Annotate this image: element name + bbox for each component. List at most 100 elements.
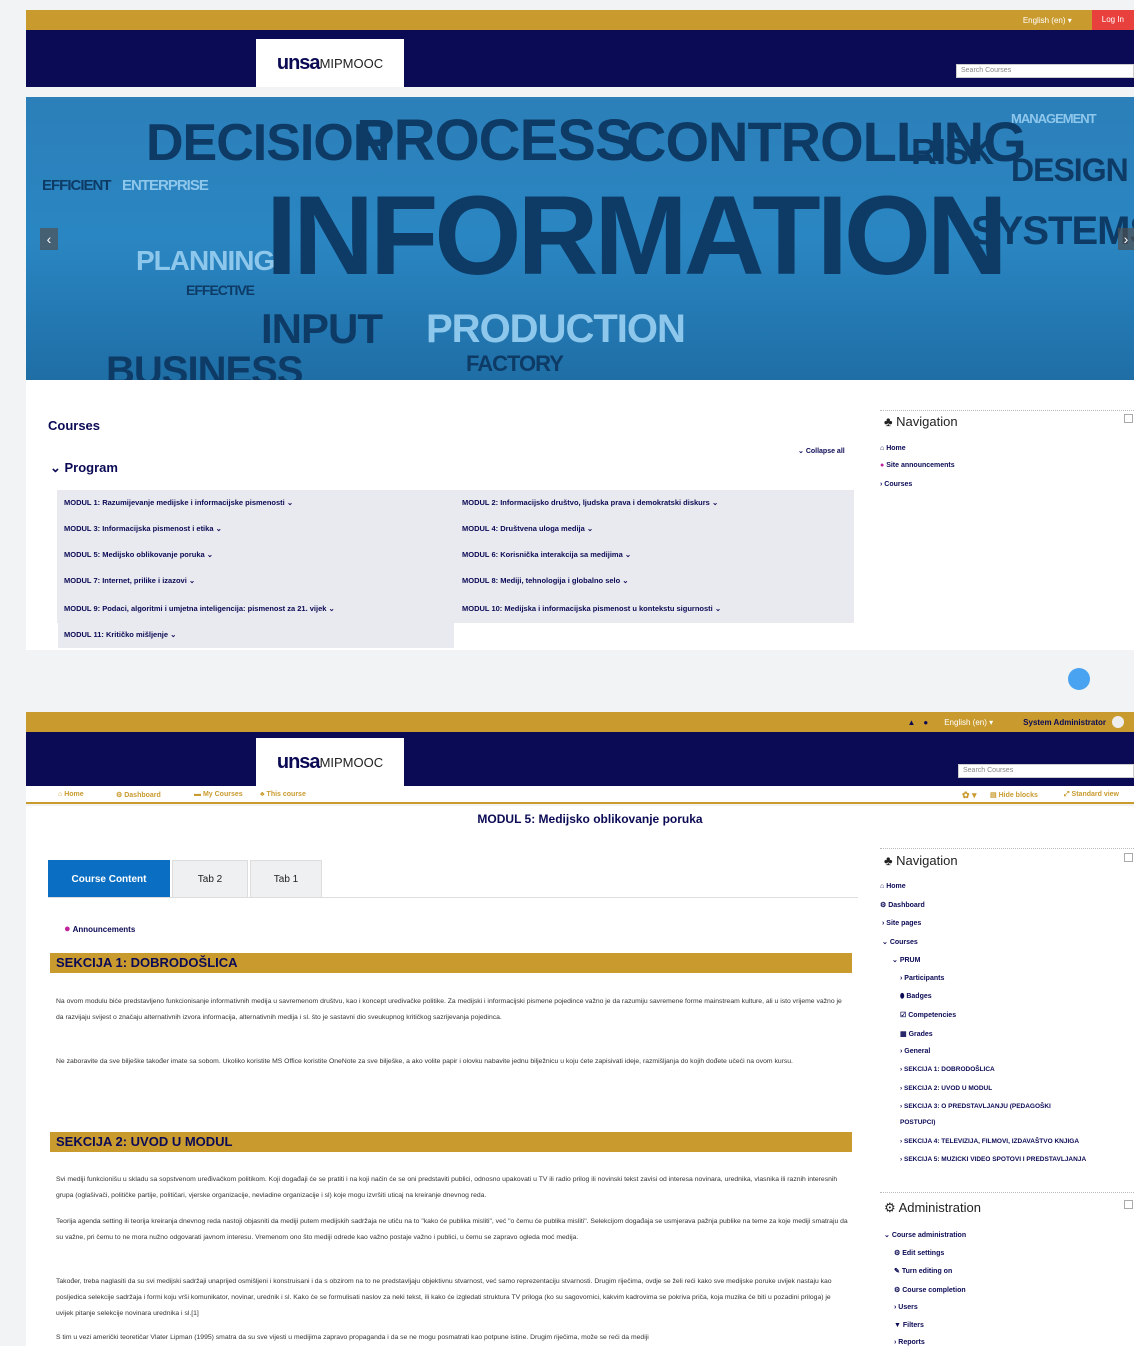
program-category[interactable]: ⌄ Program bbox=[50, 460, 118, 476]
nav-badges[interactable]: ⬮ Badges bbox=[900, 993, 932, 1001]
nav-course-prum[interactable]: ⌄ PRUM bbox=[892, 956, 920, 964]
forum-icon: ● bbox=[880, 462, 885, 469]
nav-section-3-cont[interactable]: POSTUPCI) bbox=[900, 1119, 935, 1126]
login-button[interactable]: Log In bbox=[1091, 10, 1134, 30]
nav-courses-label: Courses bbox=[884, 481, 913, 488]
nav-site-announcements[interactable]: ● Site announcements bbox=[880, 462, 955, 469]
collapse-all-link[interactable]: ⌄ Collapse all bbox=[798, 447, 845, 455]
menu-dashboard[interactable]: ⚙ Dashboard bbox=[116, 791, 161, 799]
banner-word: ENTERPRISE bbox=[122, 177, 209, 194]
collapse-block-icon-3[interactable] bbox=[1124, 1200, 1133, 1209]
site-header: Search Courses bbox=[26, 30, 1134, 87]
nav-section-4[interactable]: › SEKCIJA 4: TELEVIZIJA, FILMOVI, IZDAVA… bbox=[900, 1138, 1079, 1145]
navigation-title-2: ♣ Navigation bbox=[884, 853, 958, 868]
collapse-block-icon-2[interactable] bbox=[1124, 853, 1133, 862]
collapse-block-icon[interactable] bbox=[1124, 414, 1133, 423]
nav-home-2[interactable]: ⌂ Home bbox=[880, 883, 906, 890]
carousel-next-button[interactable]: › bbox=[1118, 228, 1134, 250]
admin-turn-editing-on[interactable]: ✎ Turn editing on bbox=[894, 1267, 952, 1275]
messages-icon[interactable]: ● bbox=[923, 718, 928, 727]
admin-course-administration[interactable]: ⌄ Course administration bbox=[884, 1231, 966, 1239]
avatar[interactable] bbox=[1112, 716, 1124, 728]
nav-section-2[interactable]: › SEKCIJA 2: UVOD U MODUL bbox=[900, 1085, 992, 1092]
collapse-all-label: Collapse all bbox=[805, 448, 845, 455]
admin-item-label: Users bbox=[898, 1304, 918, 1311]
module-link[interactable]: MODUL 11: Kritičko mišljenje ⌄ bbox=[58, 622, 454, 648]
carousel-prev-button[interactable]: ‹ bbox=[40, 228, 58, 250]
section-1-paragraph: Ne zaboravite da sve bilješke također im… bbox=[56, 1058, 793, 1065]
nav-courses-2[interactable]: ⌄ Courses bbox=[882, 938, 918, 946]
module-link[interactable]: MODUL 6: Korisnička interakcija sa medij… bbox=[456, 542, 852, 568]
hero-banner: DECISION PROCESS CONTROLLING RISK INFORM… bbox=[26, 97, 1134, 380]
nav-section-1[interactable]: › SEKCIJA 1: DOBRODOŠLICA bbox=[900, 1066, 995, 1073]
announcements-label: Announcements bbox=[72, 925, 136, 934]
banner-word: BUSINESS bbox=[106, 349, 303, 380]
search-input-2[interactable]: Search Courses bbox=[958, 764, 1134, 778]
language-menu[interactable]: English (en) ▾ bbox=[1023, 16, 1072, 25]
administration-title: ⚙ Administration bbox=[884, 1200, 981, 1215]
tab-course-content[interactable]: Course Content bbox=[48, 860, 170, 897]
menu-my-courses[interactable]: ▬ My Courses bbox=[194, 791, 243, 798]
gear-icon[interactable]: ✿ ▾ bbox=[962, 790, 977, 801]
nav-general[interactable]: › General bbox=[900, 1048, 930, 1055]
site-logo-2[interactable]: unsa MIPMOOC bbox=[256, 738, 404, 786]
nav-courses[interactable]: › Courses bbox=[880, 481, 912, 488]
module-link[interactable]: MODUL 8: Mediji, tehnologija i globalno … bbox=[456, 568, 852, 594]
program-heading: Program bbox=[64, 460, 118, 475]
nav-item-label: Participants bbox=[904, 975, 945, 982]
menu-home[interactable]: ⌂ Home bbox=[58, 791, 84, 798]
site-logo[interactable]: unsa MIPMOOC bbox=[256, 39, 404, 87]
banner-word: EFFECTIVE bbox=[186, 282, 255, 298]
navigation-title: ♣ Navigation bbox=[884, 414, 958, 429]
module-link[interactable]: MODUL 4: Društvena uloga medija ⌄ bbox=[456, 516, 852, 542]
navigation-block-1 bbox=[880, 410, 1134, 411]
module-link[interactable]: MODUL 7: Internet, prilike i izazovi ⌄ bbox=[58, 568, 454, 594]
nav-site-announcements-label: Site announcements bbox=[886, 462, 955, 469]
search-input[interactable]: Search Courses bbox=[956, 64, 1134, 78]
notifications-icon[interactable]: ▲ bbox=[907, 718, 915, 727]
section-1-paragraph: Na ovom modulu biće predstavljeno funkci… bbox=[56, 998, 842, 1021]
admin-item-label: Filters bbox=[902, 1322, 924, 1329]
admin-course-completion[interactable]: ⚙ Course completion bbox=[894, 1286, 966, 1294]
top-bar: English (en) ▾ Log In bbox=[26, 10, 1134, 30]
logo-suffix: MIPMOOC bbox=[319, 55, 384, 71]
admin-filters[interactable]: ▼ Filters bbox=[894, 1322, 924, 1329]
nav-participants[interactable]: › Participants bbox=[900, 975, 944, 982]
module-link[interactable]: MODUL 9: Podaci, algoritmi i umjetna int… bbox=[58, 596, 454, 622]
tab-1[interactable]: Tab 1 bbox=[250, 860, 322, 897]
module-link[interactable]: MODUL 3: Informacijska pismenost i etika… bbox=[58, 516, 454, 542]
admin-edit-settings[interactable]: ⚙ Edit settings bbox=[894, 1249, 944, 1257]
menu-this-course[interactable]: ♣ This course bbox=[260, 791, 306, 798]
nav-item-label: Competencies bbox=[908, 1012, 957, 1019]
hide-blocks-button[interactable]: ▤ Hide blocks bbox=[990, 791, 1038, 799]
module-link[interactable]: MODUL 2: Informacijsko društvo, ljudska … bbox=[456, 490, 852, 516]
section-2-paragraph: Teorija agenda setting ili teorija kreir… bbox=[56, 1218, 848, 1241]
admin-reports[interactable]: › Reports bbox=[894, 1339, 925, 1346]
nav-section-5[interactable]: › SEKCIJA 5: MUZIČKI VIDEO SPOTOVI I PRE… bbox=[900, 1156, 1134, 1163]
module-link[interactable]: MODUL 10: Medijska i informacijska pisme… bbox=[456, 596, 852, 622]
nav-site-pages[interactable]: › Site pages bbox=[882, 920, 921, 927]
tab-2[interactable]: Tab 2 bbox=[172, 860, 248, 897]
menu-this-course-label: This course bbox=[266, 791, 306, 798]
section-2-title: SEKCIJA 2: UVOD U MODUL bbox=[50, 1132, 852, 1152]
module-link[interactable]: MODUL 5: Medijsko oblikovanje poruka ⌄ bbox=[58, 542, 454, 568]
navigation-block-2 bbox=[880, 848, 1134, 849]
banner-word: INFORMATION bbox=[266, 173, 1008, 298]
nav-section-3[interactable]: › SEKCIJA 3: O PREDSTAVLJANJU (PEDAGOŠKI bbox=[900, 1103, 1051, 1110]
nav-home[interactable]: ⌂ Home bbox=[880, 445, 906, 452]
admin-users[interactable]: › Users bbox=[894, 1304, 918, 1311]
announcements-link[interactable]: ● Announcements bbox=[64, 923, 135, 935]
nav-item-label: Courses bbox=[889, 939, 918, 946]
standard-view-button[interactable]: ⤢ Standard view bbox=[1064, 791, 1119, 799]
user-menu[interactable]: System Administrator bbox=[1023, 718, 1106, 727]
banner-word: SYSTEMS bbox=[971, 209, 1134, 253]
nav-competencies[interactable]: ☑ Competencies bbox=[900, 1011, 956, 1019]
nav-dashboard[interactable]: ⚙ Dashboard bbox=[880, 901, 925, 909]
administration-title-text: Administration bbox=[898, 1200, 981, 1215]
language-menu-2[interactable]: English (en) ▾ bbox=[944, 718, 993, 727]
nav-item-label: PRUM bbox=[899, 957, 921, 964]
nav-grades[interactable]: ▦ Grades bbox=[900, 1030, 933, 1038]
menu-my-courses-label: My Courses bbox=[202, 791, 243, 798]
module-link[interactable]: MODUL 1: Razumijevanje medijske i inform… bbox=[58, 490, 454, 516]
slide-indicator-dot bbox=[1068, 668, 1090, 690]
